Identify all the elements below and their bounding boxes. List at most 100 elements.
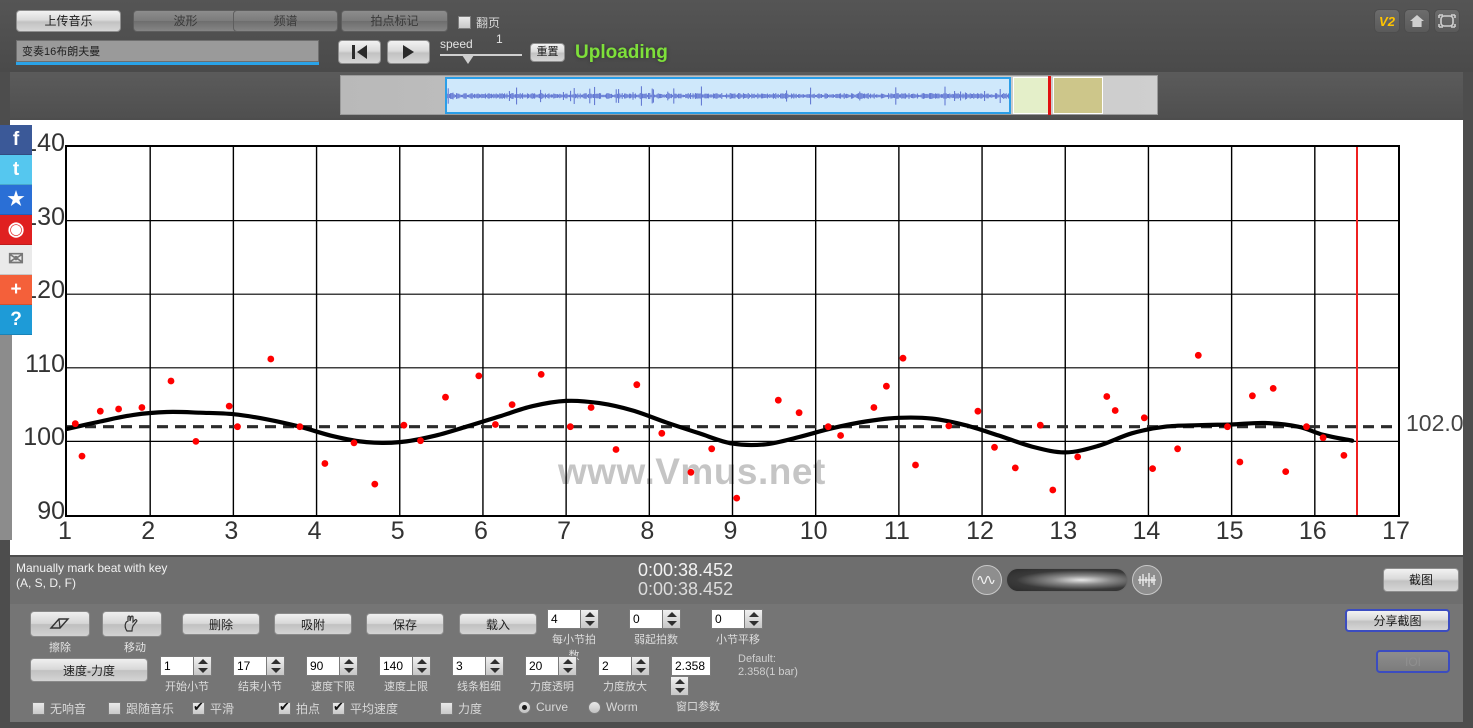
spinner-up-icon[interactable] (562, 659, 573, 664)
load-button[interactable]: 载入 (459, 613, 537, 635)
spinner-input[interactable] (547, 609, 581, 629)
spinner-stepper[interactable] (340, 656, 358, 676)
spinner-stepper[interactable] (413, 656, 431, 676)
spinner-down-icon[interactable] (674, 688, 685, 693)
spinner-down-icon[interactable] (416, 668, 427, 673)
spinner-stepper[interactable] (632, 656, 650, 676)
track-title-input[interactable] (16, 40, 319, 62)
spinner-up-icon[interactable] (416, 659, 427, 664)
checkbox-5[interactable]: 力度 (440, 700, 482, 717)
facebook-icon[interactable]: f (0, 125, 32, 155)
spinner-7[interactable]: 窗口参数 (671, 656, 725, 714)
waveform-pending-region[interactable] (1053, 77, 1103, 114)
home-icon[interactable] (1404, 9, 1430, 33)
spinner-stepper[interactable] (559, 656, 577, 676)
spinner-stepper[interactable] (267, 656, 285, 676)
spinner-up-icon[interactable] (197, 659, 208, 664)
radio-dot[interactable] (588, 700, 601, 714)
erase-tool-button[interactable] (30, 611, 90, 637)
version-badge[interactable]: V2 (1374, 9, 1400, 33)
spinner-down-icon[interactable] (562, 668, 573, 673)
spinner-down-icon[interactable] (748, 621, 759, 626)
twitter-icon[interactable]: t (0, 155, 32, 185)
qzone-icon[interactable]: ★ (0, 185, 32, 215)
spinner-up-icon[interactable] (635, 659, 646, 664)
page-turn-checkbox[interactable] (458, 16, 471, 29)
waveform-right-icon[interactable] (1132, 565, 1162, 595)
spinner-stepper[interactable] (745, 609, 763, 629)
spinner-input[interactable] (452, 656, 486, 676)
checkbox-box[interactable] (440, 702, 453, 715)
spinner-input[interactable] (525, 656, 559, 676)
spinner-input[interactable] (379, 656, 413, 676)
spinner-5[interactable]: 力度透明 (525, 656, 579, 694)
help-icon[interactable]: ? (0, 305, 32, 335)
checkbox-4[interactable]: 平均速度 (332, 700, 398, 717)
spinner-input[interactable] (671, 656, 711, 676)
speed-slider-thumb[interactable] (462, 55, 474, 64)
spinner-up-icon[interactable] (666, 612, 677, 617)
spinner-1[interactable]: 弱起拍数 (629, 609, 683, 647)
waveform-loaded-region[interactable] (1013, 77, 1049, 114)
spinner-up-icon[interactable] (489, 659, 500, 664)
spectrum-button[interactable]: 频谱 (233, 10, 338, 32)
spinner-2[interactable]: 小节平移 (711, 609, 765, 647)
checkbox-box[interactable] (32, 702, 45, 715)
tempo-chart-panel[interactable]: www.Vmus.net 90 100 110 120 130 140 123456789… (10, 120, 1464, 555)
spinner-down-icon[interactable] (343, 668, 354, 673)
waveform-playhead[interactable] (1048, 76, 1051, 115)
spinner-input[interactable] (306, 656, 340, 676)
spinner-down-icon[interactable] (584, 621, 595, 626)
radio-worm[interactable]: Worm (588, 700, 638, 714)
spinner-input[interactable] (629, 609, 663, 629)
spinner-4[interactable]: 线条粗细 (452, 656, 506, 694)
snap-button[interactable]: 吸附 (274, 613, 352, 635)
spinner-6[interactable]: 力度放大 (598, 656, 652, 694)
checkbox-2[interactable]: 平滑 (192, 700, 234, 717)
spinner-up-icon[interactable] (748, 612, 759, 617)
spinner-input[interactable] (160, 656, 194, 676)
checkbox-box[interactable] (278, 700, 291, 715)
spinner-up-icon[interactable] (270, 659, 281, 664)
checkbox-box[interactable] (108, 702, 121, 715)
tempo-plot-area[interactable] (64, 145, 1400, 517)
spinner-input[interactable] (233, 656, 267, 676)
checkbox-1[interactable]: 跟随音乐 (108, 700, 174, 717)
checkbox-box[interactable] (332, 700, 345, 715)
radio-curve[interactable]: Curve (518, 700, 568, 714)
page-turn-checkbox-group[interactable]: 翻页 (458, 14, 500, 31)
reset-button[interactable]: 重置 (530, 43, 565, 62)
spinner-stepper[interactable] (194, 656, 212, 676)
checkbox-3[interactable]: 拍点 (278, 700, 320, 717)
spinner-up-icon[interactable] (674, 679, 685, 684)
spinner-down-icon[interactable] (489, 668, 500, 673)
fullscreen-icon[interactable] (1434, 9, 1460, 33)
delete-button[interactable]: 删除 (182, 613, 260, 635)
email-icon[interactable]: ✉ (0, 245, 32, 275)
spinner-down-icon[interactable] (666, 621, 677, 626)
volume-slider[interactable] (1006, 568, 1128, 592)
spinner-0[interactable]: 每小节拍数 (547, 609, 601, 663)
spinner-stepper[interactable] (663, 609, 681, 629)
checkbox-box[interactable] (192, 700, 205, 715)
spinner-down-icon[interactable] (197, 668, 208, 673)
waveform-overview-track[interactable] (340, 75, 1158, 115)
upload-music-button[interactable]: 上传音乐 (16, 10, 121, 32)
move-tool-button[interactable] (102, 611, 162, 637)
share-screenshot-button[interactable]: 分享截图 (1345, 609, 1450, 632)
beat-mark-button[interactable]: 拍点标记 (341, 10, 448, 32)
spinner-stepper[interactable] (581, 609, 599, 629)
waveform-button[interactable]: 波形 (133, 10, 238, 32)
volume-control[interactable] (972, 564, 1162, 596)
save-button[interactable]: 保存 (366, 613, 444, 635)
spinner-1[interactable]: 结束小节 (233, 656, 287, 694)
tempo-dynamics-button[interactable]: 速度-力度 (30, 658, 148, 682)
spinner-input[interactable] (711, 609, 745, 629)
spinner-down-icon[interactable] (635, 668, 646, 673)
screenshot-button[interactable]: 截图 (1383, 568, 1459, 592)
spinner-up-icon[interactable] (584, 612, 595, 617)
spinner-stepper[interactable] (671, 676, 689, 696)
rewind-to-start-button[interactable] (338, 40, 381, 64)
playback-cursor-line[interactable] (1356, 147, 1359, 515)
radio-dot[interactable] (518, 700, 531, 714)
